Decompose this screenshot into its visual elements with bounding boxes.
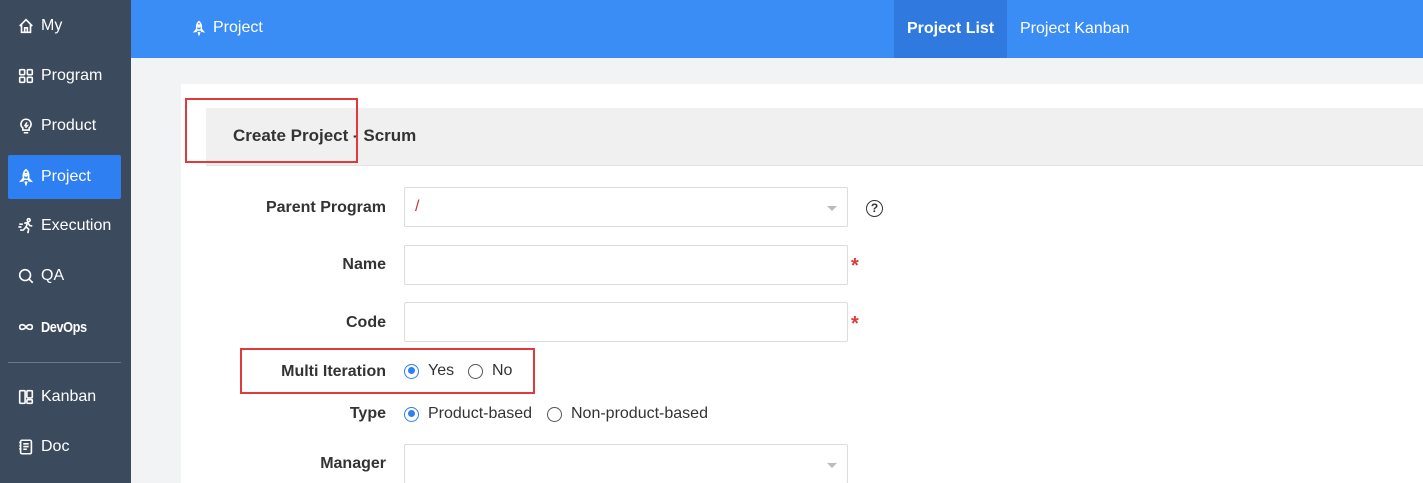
radio-unchecked-icon — [547, 406, 562, 422]
sidebar-item-label: Program — [41, 67, 103, 84]
multi-iteration-yes-radio[interactable]: Yes — [404, 362, 454, 380]
parent-program-label: Parent Program — [265, 199, 386, 216]
required-marker: * — [851, 313, 859, 335]
sidebar-divider — [8, 362, 121, 363]
sidebar-item-devops[interactable]: DevOps — [8, 305, 121, 349]
sidebar-item-project[interactable]: Project — [8, 155, 121, 199]
chevron-down-icon — [827, 463, 837, 468]
sidebar-item-doc[interactable]: Doc — [8, 425, 121, 469]
type-non-product-based-radio[interactable]: Non-product-based — [547, 405, 708, 423]
parent-program-select[interactable]: / — [404, 187, 848, 227]
runner-icon — [16, 216, 36, 236]
sidebar: My Program Product Project Execution QA … — [0, 0, 131, 483]
sidebar-item-product[interactable]: Product — [8, 104, 121, 148]
radio-checked-icon — [404, 363, 419, 379]
tab-project-list[interactable]: Project List — [894, 0, 1008, 58]
rocket-icon — [16, 167, 36, 187]
name-input[interactable] — [405, 246, 847, 284]
sidebar-item-label: My — [41, 17, 63, 34]
sidebar-item-label: Product — [41, 117, 97, 134]
sidebar-item-program[interactable]: Program — [8, 54, 121, 98]
radio-label: Non-product-based — [571, 405, 708, 422]
sidebar-item-label: Project — [41, 168, 91, 185]
radio-unchecked-icon — [468, 363, 483, 379]
name-label: Name — [342, 256, 386, 273]
type-label: Type — [349, 405, 386, 422]
code-input[interactable] — [405, 303, 847, 341]
radio-checked-icon — [404, 406, 419, 422]
help-icon[interactable]: ? — [866, 200, 883, 217]
multi-iteration-no-radio[interactable]: No — [468, 362, 512, 380]
home-icon — [16, 16, 36, 36]
grid-icon — [16, 66, 36, 86]
kanban-icon — [16, 387, 36, 407]
breadcrumb-label: Project — [213, 18, 263, 36]
sidebar-item-label: QA — [41, 267, 65, 284]
code-label: Code — [346, 314, 386, 331]
sidebar-item-label: Execution — [41, 217, 112, 234]
tab-project-kanban[interactable]: Project Kanban — [1007, 0, 1142, 58]
chevron-down-icon — [827, 206, 837, 211]
multi-iteration-label: Multi Iteration — [281, 363, 386, 380]
panel-header: Create Project - Scrum — [206, 108, 1423, 166]
rocket-icon — [192, 20, 206, 36]
radio-label: Yes — [428, 362, 455, 379]
sidebar-item-my[interactable]: My — [8, 4, 121, 48]
parent-program-value: / — [415, 198, 420, 215]
sidebar-item-label: DevOps — [41, 318, 87, 336]
magnifier-icon — [16, 266, 36, 286]
required-marker: * — [851, 255, 859, 277]
sidebar-item-execution[interactable]: Execution — [8, 204, 121, 248]
sidebar-item-qa[interactable]: QA — [8, 254, 121, 298]
manager-select[interactable] — [404, 444, 848, 483]
breadcrumb[interactable]: Project — [191, 0, 263, 55]
sidebar-item-kanban[interactable]: Kanban — [8, 375, 121, 419]
highlight-box-title — [185, 98, 358, 163]
name-field-wrap — [404, 245, 848, 285]
radio-label: No — [492, 362, 513, 379]
type-product-based-radio[interactable]: Product-based — [404, 405, 532, 423]
manager-label: Manager — [320, 455, 386, 472]
lightbulb-icon — [16, 116, 36, 136]
sidebar-item-label: Doc — [41, 438, 70, 455]
top-nav-bar: Project Project List Project Kanban — [131, 0, 1423, 58]
infinity-icon — [16, 317, 36, 337]
code-field-wrap — [404, 302, 848, 342]
sidebar-item-label: Kanban — [41, 388, 97, 405]
doc-icon — [16, 437, 36, 457]
radio-label: Product-based — [428, 405, 533, 422]
